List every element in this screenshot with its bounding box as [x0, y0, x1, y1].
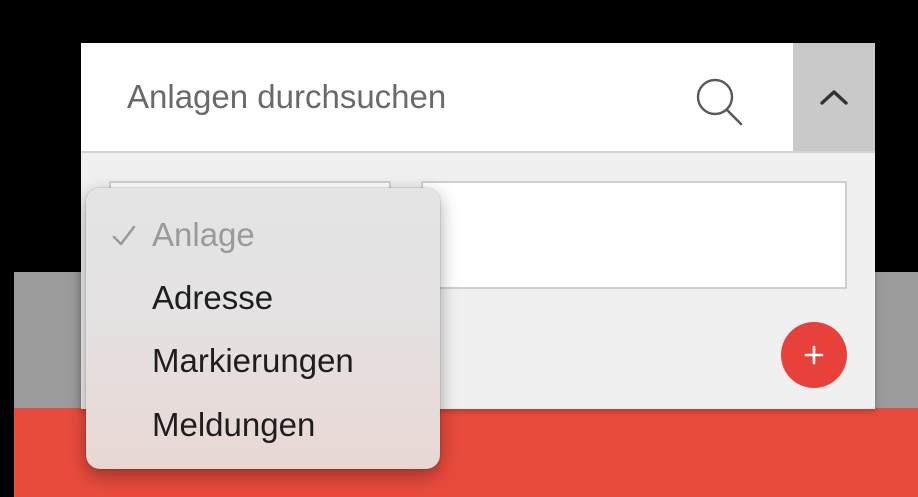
menu-item-meldungen[interactable]: Meldungen	[86, 394, 440, 456]
collapse-button[interactable]	[793, 43, 875, 151]
filter-value-input[interactable]	[421, 181, 847, 289]
menu-item-label: Meldungen	[152, 406, 316, 443]
menu-item-label: Markierungen	[152, 342, 354, 379]
menu-item-markierungen[interactable]: Markierungen	[86, 330, 440, 392]
search-input[interactable]	[125, 77, 689, 117]
menu-item-label: Adresse	[152, 279, 274, 316]
menu-item-adresse[interactable]: Adresse	[86, 267, 440, 329]
menu-item-label: Anlage	[152, 216, 255, 253]
search-bar	[81, 43, 875, 153]
plus-icon	[804, 345, 824, 365]
search-field[interactable]	[81, 43, 793, 151]
chevron-up-icon	[820, 90, 848, 105]
menu-item-anlage[interactable]: Anlage	[86, 204, 440, 266]
check-icon	[112, 225, 136, 246]
add-filter-button[interactable]	[781, 322, 847, 388]
filter-type-dropdown-menu: Anlage Adresse Markierungen Meldungen	[86, 188, 440, 469]
search-icon[interactable]	[693, 75, 745, 127]
screen: Anlage Adresse Markierungen Meldungen	[0, 0, 918, 497]
